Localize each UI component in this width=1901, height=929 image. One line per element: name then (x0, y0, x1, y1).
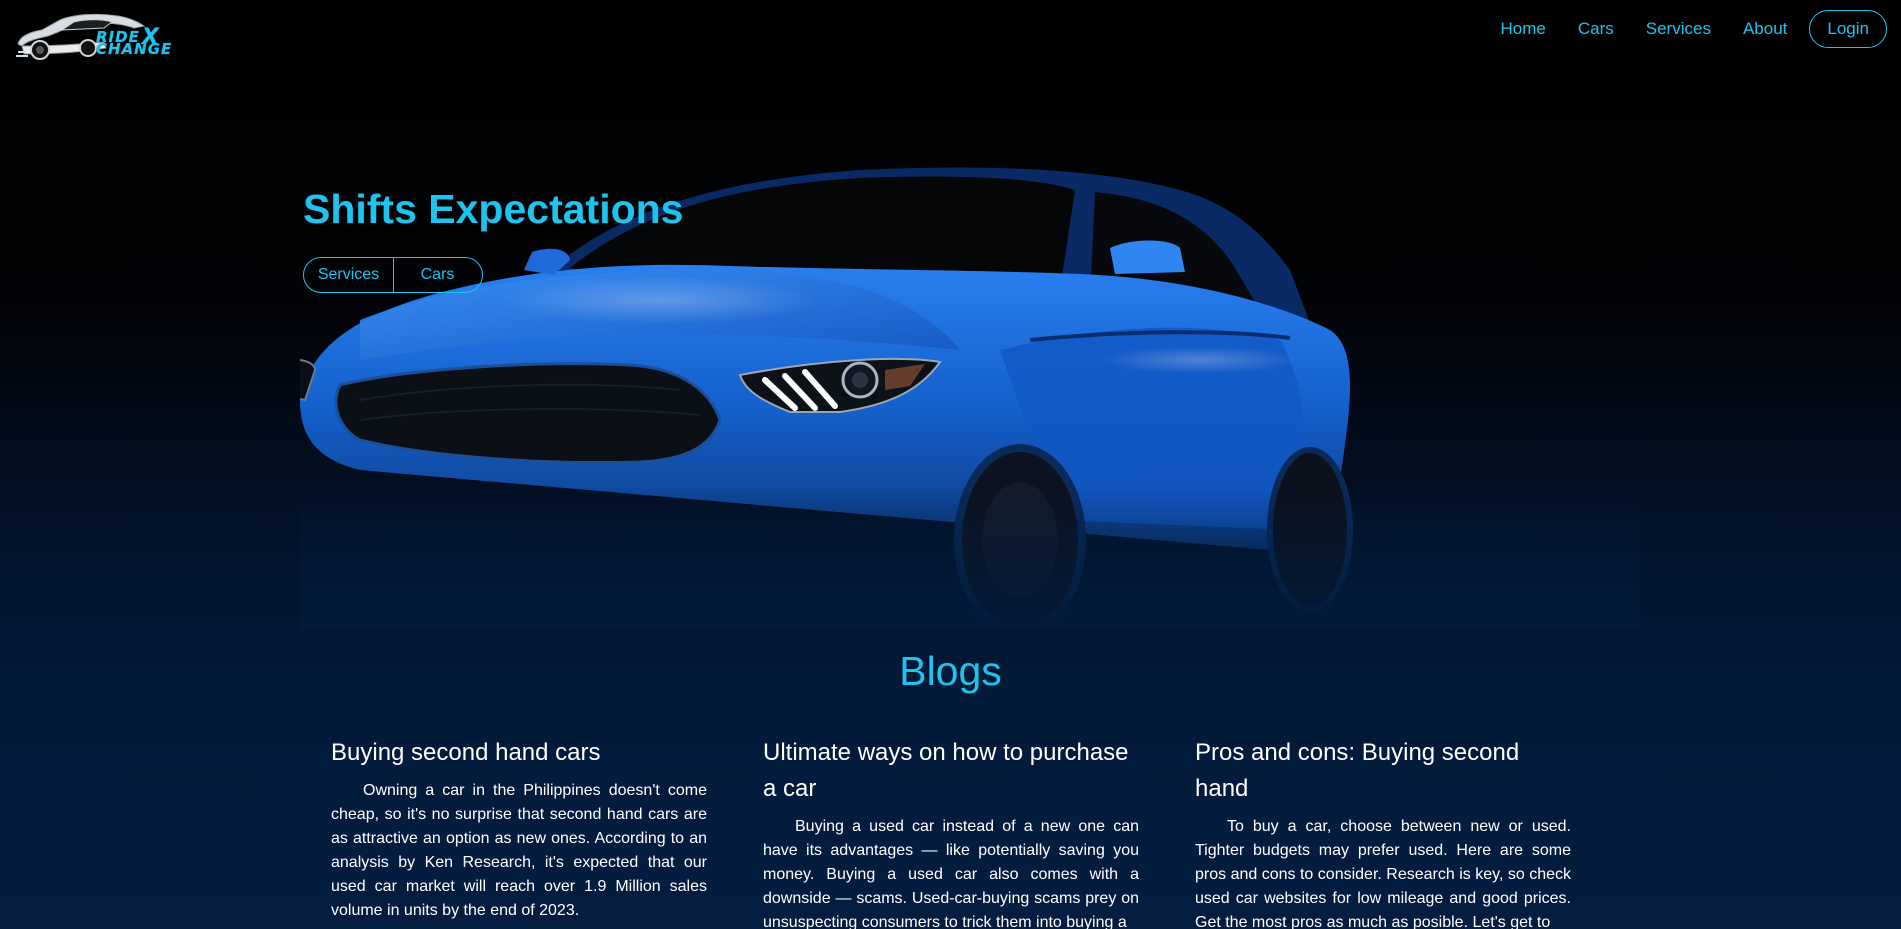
blog-post-title[interactable]: Pros and cons: Buying second hand (1195, 735, 1571, 807)
hero-services-button[interactable]: Services (303, 257, 394, 293)
blog-post-card: Ultimate ways on how to purchase a car B… (763, 735, 1139, 929)
blog-post-card: Buying second hand cars Owning a car in … (331, 735, 707, 923)
hero-cars-button[interactable]: Cars (392, 257, 483, 293)
page: RIDEX CHANGE Home Cars Services About Lo… (0, 0, 1901, 929)
blogs-section-title: Blogs (899, 648, 1002, 694)
nav-cars-link[interactable]: Cars (1578, 19, 1614, 39)
nav-services-link[interactable]: Services (1646, 19, 1711, 39)
hero-button-group: Services Cars (303, 257, 483, 293)
blog-post-card: Pros and cons: Buying second hand To buy… (1195, 735, 1571, 929)
logo-wordmark: RIDEX CHANGE (96, 27, 206, 57)
logo-letter-x: X (141, 25, 159, 50)
nav-about-link[interactable]: About (1743, 19, 1787, 39)
top-nav: Home Cars Services About Login (1469, 9, 1887, 48)
blog-post-body: Buying a used car instead of a new one c… (763, 818, 1139, 929)
ridex-change-logo[interactable]: RIDEX CHANGE (14, 10, 194, 66)
blog-post-title[interactable]: Ultimate ways on how to purchase a car (763, 735, 1139, 807)
blog-post-body: Owning a car in the Philippines doesn't … (331, 782, 707, 919)
blog-post-body: To buy a car, choose between new or used… (1195, 818, 1571, 929)
login-button[interactable]: Login (1809, 9, 1887, 48)
blog-post-title[interactable]: Buying second hand cars (331, 735, 707, 771)
hero-title: Shifts Expectations (303, 186, 684, 232)
nav-home-link[interactable]: Home (1501, 19, 1546, 39)
